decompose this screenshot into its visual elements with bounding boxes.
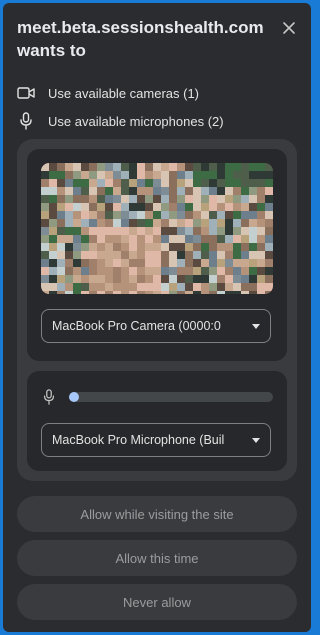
mic-level-row (41, 387, 273, 407)
close-icon[interactable] (280, 19, 298, 37)
chevron-down-icon (252, 437, 260, 443)
dialog-title: meet.beta.sessionshealth.com wants to (17, 18, 264, 60)
camera-preview (41, 163, 273, 294)
permission-cameras-label: Use available cameras (1) (48, 85, 200, 101)
camera-select[interactable]: MacBook Pro Camera (0000:0 (41, 309, 271, 343)
microphone-icon (17, 112, 35, 130)
microphone-select-value: MacBook Pro Microphone (Buil (52, 433, 225, 447)
permission-cameras: Use available cameras (1) (17, 83, 199, 103)
microphone-card: MacBook Pro Microphone (Buil (27, 371, 287, 471)
allow-this-time-button[interactable]: Allow this time (17, 540, 297, 576)
camera-select-value: MacBook Pro Camera (0000:0 (52, 319, 221, 333)
never-allow-button[interactable]: Never allow (17, 584, 297, 620)
chevron-down-icon (252, 323, 260, 329)
mic-level-meter (69, 392, 273, 402)
microphone-icon (41, 389, 57, 405)
permission-dialog: meet.beta.sessionshealth.com wants to Us… (3, 3, 311, 632)
permission-microphones: Use available microphones (2) (17, 111, 224, 131)
camera-card: MacBook Pro Camera (0000:0 (27, 149, 287, 361)
device-panel: MacBook Pro Camera (0000:0 MacBook Pro M… (17, 139, 297, 481)
video-camera-icon (17, 84, 35, 102)
permission-microphones-label: Use available microphones (2) (48, 113, 224, 129)
mic-level-indicator (69, 392, 79, 402)
allow-while-visiting-button[interactable]: Allow while visiting the site (17, 496, 297, 532)
microphone-select[interactable]: MacBook Pro Microphone (Buil (41, 423, 271, 457)
